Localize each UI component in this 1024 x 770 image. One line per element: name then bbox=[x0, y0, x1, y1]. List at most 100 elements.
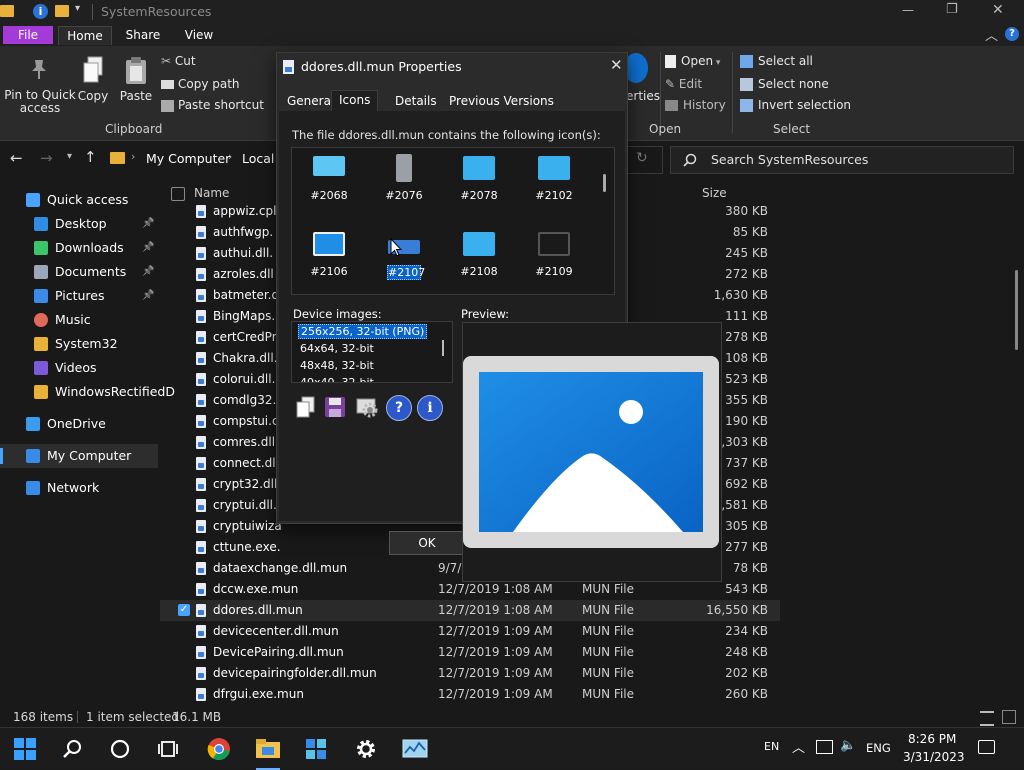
icon-grid-scrollbar-thumb[interactable] bbox=[603, 174, 606, 192]
column-header-size[interactable]: Size bbox=[702, 186, 727, 200]
toolbar-settings-icon[interactable] bbox=[355, 395, 379, 419]
nav-item-my-computer[interactable]: My Computer bbox=[0, 444, 158, 468]
start-button[interactable] bbox=[12, 736, 38, 762]
device-images-list[interactable]: 256x256, 32-bit (PNG) 64x64, 32-bit 48x48,… bbox=[291, 321, 453, 383]
settings-gear-icon[interactable] bbox=[353, 736, 379, 762]
nav-item-desktop[interactable]: Desktop 📌 bbox=[0, 212, 158, 236]
select-all-button[interactable]: Select all bbox=[740, 54, 813, 68]
volume-icon[interactable]: 🔈 bbox=[840, 738, 856, 753]
toolbar-help-icon[interactable]: ? bbox=[386, 395, 412, 421]
address-bar[interactable]: › My Computer › Local bbox=[106, 146, 276, 170]
file-explorer-icon[interactable] bbox=[254, 736, 282, 770]
row-checkbox[interactable]: ✓ bbox=[178, 604, 190, 616]
icon-cell[interactable]: #2107 bbox=[374, 228, 434, 288]
new-folder-quick-icon[interactable] bbox=[55, 5, 69, 17]
back-button[interactable]: ← bbox=[10, 149, 23, 167]
icon-cell[interactable]: #2076 bbox=[374, 152, 434, 212]
select-all-checkbox[interactable] bbox=[171, 187, 185, 201]
paste-shortcut-button[interactable]: Paste shortcut bbox=[161, 98, 264, 112]
dialog-tab-details[interactable]: Details bbox=[393, 94, 439, 108]
nav-item-videos[interactable]: Videos bbox=[0, 356, 158, 380]
close-button[interactable]: ✕ bbox=[992, 2, 1004, 18]
device-image-option[interactable]: 256x256, 32-bit (PNG) bbox=[298, 324, 428, 339]
vertical-scrollbar[interactable] bbox=[1012, 178, 1020, 708]
column-header-name[interactable]: Name bbox=[194, 186, 229, 200]
performance-monitor-icon[interactable] bbox=[401, 736, 429, 762]
icon-cell[interactable]: #2108 bbox=[449, 228, 509, 288]
address-bar-end[interactable]: ↻ bbox=[626, 146, 663, 174]
quick-access-dropdown-icon[interactable]: ▾ bbox=[75, 3, 80, 14]
minimize-button[interactable]: — bbox=[902, 3, 914, 17]
cut-button[interactable]: ✂ Cut bbox=[161, 54, 196, 68]
help-icon[interactable]: ? bbox=[1005, 27, 1019, 41]
file-row[interactable]: dfrgui.exe.mun 12/7/2019 1:09 AM MUN File 2… bbox=[160, 684, 780, 705]
nav-item-music[interactable]: Music bbox=[0, 308, 158, 332]
properties-quick-icon[interactable]: i bbox=[33, 4, 48, 19]
nav-item-network[interactable]: Network bbox=[0, 476, 158, 500]
device-image-option[interactable]: 64x64, 32-bit bbox=[298, 342, 376, 355]
icon-cell[interactable]: #2106 bbox=[299, 228, 359, 288]
toolbar-info-icon[interactable]: i bbox=[417, 395, 443, 421]
search-box[interactable]: Search SystemResources bbox=[670, 146, 1014, 174]
recent-locations-icon[interactable]: ▾ bbox=[67, 151, 72, 162]
file-row[interactable]: DevicePairing.dll.mun 12/7/2019 1:09 AM MU… bbox=[160, 642, 780, 663]
invert-selection-button[interactable]: Invert selection bbox=[740, 98, 851, 112]
search-input[interactable]: Search SystemResources bbox=[711, 152, 868, 167]
nav-item-downloads[interactable]: Downloads 📌 bbox=[0, 236, 158, 260]
toolbar-save-icon[interactable] bbox=[324, 396, 346, 418]
copy-path-button[interactable]: Copy path bbox=[161, 77, 240, 91]
tab-share[interactable]: Share bbox=[120, 26, 166, 44]
collapse-ribbon-icon[interactable]: ︿ bbox=[985, 25, 998, 44]
nav-item-system32[interactable]: System32 bbox=[0, 332, 158, 356]
language-indicator[interactable]: ENG bbox=[866, 741, 891, 755]
select-none-button[interactable]: Select none bbox=[740, 77, 829, 91]
dialog-tab-general[interactable]: General bbox=[285, 94, 336, 108]
file-row[interactable]: dccw.exe.mun 12/7/2019 1:08 AM MUN File 543… bbox=[160, 579, 780, 600]
device-image-option[interactable]: 40x40, 32-bit bbox=[298, 376, 376, 382]
copy-button[interactable]: Copy bbox=[76, 89, 110, 103]
pin-quick-access-button[interactable]: Pin to Quick access bbox=[4, 89, 76, 115]
file-row[interactable]: devicecenter.dll.mun 12/7/2019 1:09 AM MUN… bbox=[160, 621, 780, 642]
file-row[interactable]: devicepairingfolder.dll.mun 12/7/2019 1:0… bbox=[160, 663, 780, 684]
open-button[interactable]: Open ▾ bbox=[665, 54, 720, 68]
tab-home[interactable]: Home bbox=[58, 26, 112, 45]
forward-button[interactable]: → bbox=[40, 149, 53, 167]
notifications-icon[interactable] bbox=[978, 740, 995, 754]
device-list-scrollbar-thumb[interactable] bbox=[442, 340, 444, 356]
large-icons-view-icon[interactable] bbox=[1002, 710, 1016, 724]
icon-cell[interactable]: #2078 bbox=[449, 152, 509, 212]
refresh-icon[interactable]: ↻ bbox=[636, 150, 648, 166]
clock-time[interactable]: 8:26 PM bbox=[908, 732, 956, 746]
paste-button[interactable]: Paste bbox=[118, 89, 154, 103]
maximize-button[interactable]: ❐ bbox=[946, 2, 958, 17]
properties-button-label[interactable]: erties bbox=[626, 89, 660, 103]
ok-button[interactable]: OK bbox=[389, 531, 465, 555]
resource-app-icon[interactable] bbox=[303, 736, 329, 762]
language-short[interactable]: EN bbox=[764, 740, 779, 753]
device-image-option[interactable]: 48x48, 32-bit bbox=[298, 359, 376, 372]
details-view-icon[interactable] bbox=[980, 711, 994, 726]
network-tray-icon[interactable] bbox=[816, 740, 833, 754]
clock-date[interactable]: 3/31/2023 bbox=[903, 750, 965, 764]
nav-item-pictures[interactable]: Pictures 📌 bbox=[0, 284, 158, 308]
breadcrumb-local[interactable]: Local bbox=[242, 151, 274, 166]
search-taskbar-icon[interactable] bbox=[60, 736, 86, 762]
show-hidden-icons[interactable]: ︿ bbox=[792, 737, 805, 756]
chrome-icon[interactable] bbox=[206, 736, 232, 762]
toolbar-copy-icon[interactable] bbox=[295, 395, 317, 419]
dialog-close-button[interactable]: ✕ bbox=[610, 56, 623, 74]
nav-item-onedrive[interactable]: OneDrive bbox=[0, 412, 158, 436]
cortana-icon[interactable] bbox=[107, 736, 133, 762]
task-view-icon[interactable] bbox=[155, 736, 181, 762]
icon-cell[interactable]: #2068 bbox=[299, 152, 359, 212]
up-button[interactable]: ↑ bbox=[84, 148, 97, 166]
file-row[interactable]: ✓ ddores.dll.mun 12/7/2019 1:08 AM MUN File… bbox=[160, 600, 780, 621]
history-button[interactable]: History bbox=[665, 98, 726, 112]
breadcrumb-my-computer[interactable]: My Computer bbox=[146, 151, 230, 166]
nav-item-documents[interactable]: Documents 📌 bbox=[0, 260, 158, 284]
icon-cell[interactable]: #2109 bbox=[524, 228, 584, 288]
nav-item-quick-access[interactable]: Quick access bbox=[0, 188, 158, 212]
tab-view[interactable]: View bbox=[178, 26, 220, 44]
scrollbar-thumb[interactable] bbox=[1015, 270, 1018, 350]
icon-cell[interactable]: #2102 bbox=[524, 152, 584, 212]
